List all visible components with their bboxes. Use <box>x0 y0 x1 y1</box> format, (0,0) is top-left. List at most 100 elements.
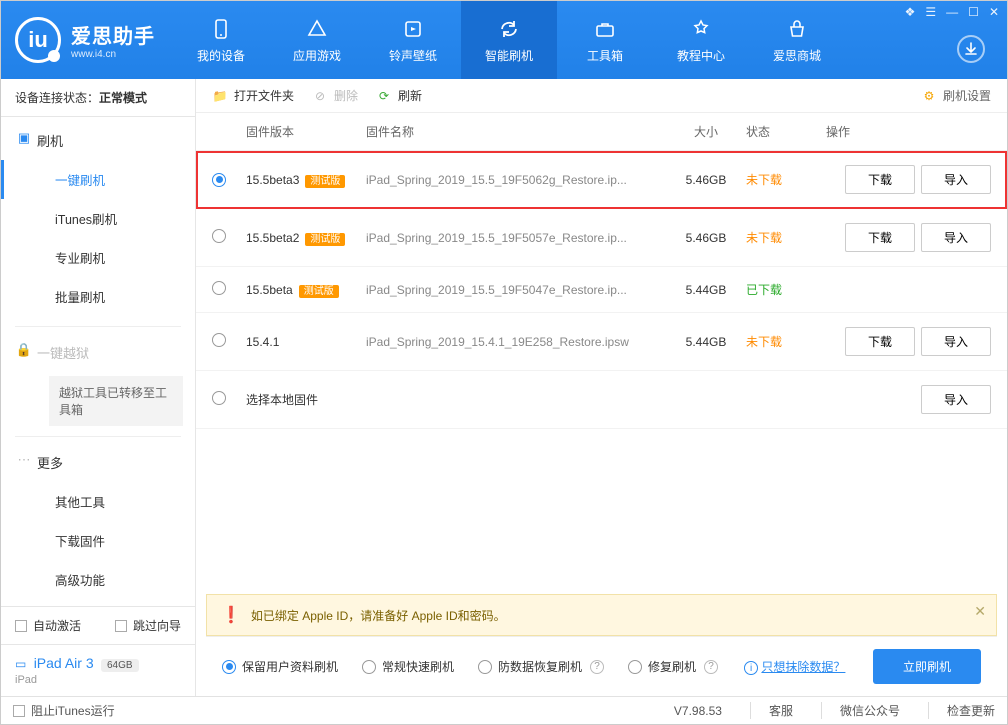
status: 未下载 <box>746 229 826 246</box>
app-version: V7.98.53 <box>674 704 722 718</box>
erase-link[interactable]: 只想抹除数据？ <box>761 660 845 674</box>
download-button[interactable]: 下载 <box>845 223 915 252</box>
option-radio[interactable] <box>222 660 236 674</box>
col-name: 固件名称 <box>366 123 666 140</box>
status-footer: 阻止iTunes运行 V7.98.53 客服 微信公众号 检查更新 <box>1 696 1007 724</box>
refresh-button[interactable]: ⟳ 刷新 <box>376 87 422 104</box>
nav-item[interactable]: 铃声壁纸 <box>365 1 461 79</box>
connection-status: 设备连接状态：正常模式 <box>1 79 195 117</box>
firmware-row[interactable]: 15.5beta测试版iPad_Spring_2019_15.5_19F5047… <box>196 267 1007 313</box>
select-local-row: 选择本地固件 导入 <box>196 371 1007 429</box>
flash-option[interactable]: 修复刷机? <box>628 658 718 675</box>
col-ops: 操作 <box>826 123 991 140</box>
help-icon[interactable]: ? <box>704 660 718 674</box>
sidebar-label: 更多 <box>37 456 63 471</box>
nav-item[interactable]: 工具箱 <box>557 1 653 79</box>
firmware-row[interactable]: 15.4.1iPad_Spring_2019_15.4.1_19E258_Res… <box>196 313 1007 371</box>
nav-icon <box>593 17 617 41</box>
import-button[interactable]: 导入 <box>921 223 991 252</box>
maximize-icon[interactable]: ☐ <box>968 5 979 19</box>
logo: iu 爱思助手 www.i4.cn <box>1 1 173 79</box>
firmware-list: 15.5beta3测试版iPad_Spring_2019_15.5_19F506… <box>196 151 1007 371</box>
delete-button[interactable]: ⊘ 删除 <box>312 87 358 104</box>
row-radio[interactable] <box>212 333 226 347</box>
close-notice-icon[interactable]: ✕ <box>974 603 986 620</box>
skip-guide-label: 跳过向导 <box>133 617 181 634</box>
start-flash-button[interactable]: 立即刷机 <box>873 649 981 684</box>
download-button[interactable]: 下载 <box>845 327 915 356</box>
nav-item[interactable]: 应用游戏 <box>269 1 365 79</box>
sidebar-item-jailbreak: 🔒 一键越狱 <box>1 333 195 372</box>
status: 未下载 <box>746 171 826 188</box>
import-button[interactable]: 导入 <box>921 385 991 414</box>
filename: iPad_Spring_2019_15.4.1_19E258_Restore.i… <box>366 335 629 349</box>
menu-icon[interactable]: ❖ <box>905 5 916 19</box>
footer-wechat[interactable]: 微信公众号 <box>821 702 900 719</box>
auto-activate-checkbox[interactable] <box>15 620 27 632</box>
beta-tag: 测试版 <box>305 233 345 246</box>
sidebar-item-download-firmware[interactable]: 下载固件 <box>1 521 195 560</box>
info-icon[interactable]: i <box>744 661 758 675</box>
beta-tag: 测试版 <box>305 175 345 188</box>
sidebar-item-pro-flash[interactable]: 专业刷机 <box>1 238 195 277</box>
firmware-row[interactable]: 15.5beta3测试版iPad_Spring_2019_15.5_19F506… <box>196 151 1007 209</box>
sidebar-item-batch-flash[interactable]: 批量刷机 <box>1 277 195 316</box>
flash-option[interactable]: 保留用户资料刷机 <box>222 658 338 675</box>
sidebar-item-advanced[interactable]: 高级功能 <box>1 560 195 599</box>
app-name: 爱思助手 <box>71 20 155 49</box>
sidebar-group-more[interactable]: ⋯ 更多 <box>1 443 195 482</box>
size: 5.44GB <box>666 283 746 297</box>
skip-guide-checkbox[interactable] <box>115 620 127 632</box>
flash-settings-button[interactable]: ⚙ 刷机设置 <box>921 87 991 104</box>
sidebar-item-onekey-flash[interactable]: 一键刷机 <box>1 160 195 199</box>
logo-icon: iu <box>15 17 61 63</box>
row-radio[interactable] <box>212 281 226 295</box>
row-radio[interactable] <box>212 229 226 243</box>
sidebar-item-itunes-flash[interactable]: iTunes刷机 <box>1 199 195 238</box>
sidebar-group-flash[interactable]: ▣ 刷机 <box>1 121 195 160</box>
list-icon[interactable]: ☰ <box>925 5 936 19</box>
import-button[interactable]: 导入 <box>921 327 991 356</box>
download-button[interactable]: 下载 <box>845 165 915 194</box>
download-center-icon[interactable] <box>957 35 985 63</box>
table-header: 固件版本 固件名称 大小 状态 操作 <box>196 113 1007 151</box>
firmware-row[interactable]: 15.5beta2测试版iPad_Spring_2019_15.5_19F505… <box>196 209 1007 267</box>
close-icon[interactable]: ✕ <box>989 5 999 19</box>
flash-icon: ▣ <box>17 131 31 145</box>
refresh-icon: ⟳ <box>376 88 392 104</box>
nav-item[interactable]: 我的设备 <box>173 1 269 79</box>
minimize-icon[interactable]: — <box>946 5 958 19</box>
footer-support[interactable]: 客服 <box>750 702 793 719</box>
help-icon[interactable]: ? <box>590 660 604 674</box>
beta-tag: 测试版 <box>299 285 339 298</box>
row-radio[interactable] <box>212 173 226 187</box>
top-nav: 我的设备应用游戏铃声壁纸智能刷机工具箱教程中心爱思商城 <box>173 1 845 79</box>
col-status: 状态 <box>746 123 826 140</box>
nav-item[interactable]: 教程中心 <box>653 1 749 79</box>
col-size: 大小 <box>666 123 746 140</box>
option-radio[interactable] <box>362 660 376 674</box>
device-icon: ▭ <box>15 657 26 671</box>
sidebar-label: 刷机 <box>37 134 63 149</box>
local-radio[interactable] <box>212 391 226 405</box>
nav-item[interactable]: 智能刷机 <box>461 1 557 79</box>
open-folder-button[interactable]: 📁 打开文件夹 <box>212 87 294 104</box>
flash-option[interactable]: 常规快速刷机 <box>362 658 454 675</box>
nav-icon <box>785 17 809 41</box>
flash-option[interactable]: 防数据恢复刷机? <box>478 658 604 675</box>
version-label: 15.5beta <box>246 283 293 297</box>
option-radio[interactable] <box>628 660 642 674</box>
filename: iPad_Spring_2019_15.5_19F5057e_Restore.i… <box>366 231 627 245</box>
import-button[interactable]: 导入 <box>921 165 991 194</box>
device-name[interactable]: iPad Air 3 <box>34 655 94 671</box>
window-controls: ❖ ☰ — ☐ ✕ <box>905 5 999 19</box>
nav-icon <box>305 17 329 41</box>
app-url: www.i4.cn <box>71 49 155 60</box>
sidebar-item-other-tools[interactable]: 其他工具 <box>1 482 195 521</box>
delete-icon: ⊘ <box>312 88 328 104</box>
col-version: 固件版本 <box>246 123 366 140</box>
footer-check-update[interactable]: 检查更新 <box>928 702 995 719</box>
nav-item[interactable]: 爱思商城 <box>749 1 845 79</box>
block-itunes-checkbox[interactable] <box>13 705 25 717</box>
option-radio[interactable] <box>478 660 492 674</box>
